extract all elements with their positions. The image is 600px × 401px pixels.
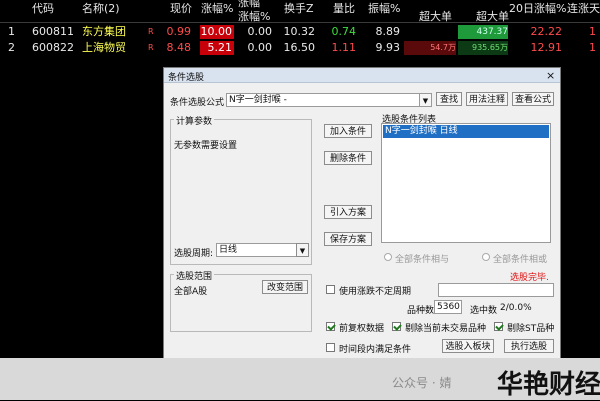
stock-name: 上海物贸 [82, 41, 126, 54]
period-value: 日线 [219, 245, 238, 255]
usage-notes-button[interactable]: 用法注释 [466, 92, 508, 106]
params-text: 无参数需要设置 [174, 141, 238, 151]
count-value: 5360 [437, 302, 460, 312]
streak-days: 1 [589, 25, 596, 38]
header-20day-change[interactable]: 20日涨幅% [509, 0, 566, 22]
header-price[interactable]: 现价 [170, 0, 192, 22]
find-button[interactable]: 查找 [436, 92, 462, 106]
close-icon[interactable]: × [546, 69, 555, 82]
stock-name: 东方集团 [82, 25, 126, 38]
uncertain-period-field[interactable] [438, 283, 554, 297]
twenty-day-change: 12.91 [530, 41, 563, 54]
pre-restore-checkbox[interactable] [326, 322, 335, 331]
execute-selection-button[interactable]: 执行选股 [504, 339, 554, 353]
stock-code: 600811 [32, 25, 74, 38]
remove-st-label: 剔除ST品种 [507, 324, 555, 334]
r-flag-icon: R [148, 43, 154, 52]
header-divider [0, 22, 600, 23]
period-label: 选股周期: [174, 249, 214, 259]
chevron-down-icon[interactable]: ▼ [419, 93, 432, 107]
remove-untraded-label: 剔除当前未交易品种 [405, 324, 487, 334]
volume-ratio: 0.74 [331, 25, 357, 38]
header-amplitude[interactable]: 振幅% [368, 0, 400, 22]
watermark-band: 公众号 · 婧 华艳财经 [0, 358, 600, 400]
super-big-bar-1: 54.7万 [404, 41, 456, 55]
watermark-brand: 华艳财经 [497, 370, 600, 400]
add-condition-button[interactable]: 加入条件 [324, 124, 372, 138]
conditions-list[interactable]: N字一剑封喉 日线 [381, 123, 551, 243]
remove-st-checkbox[interactable] [494, 322, 503, 331]
range-value: 全部A股 [174, 287, 208, 297]
twenty-day-change: 22.22 [530, 25, 563, 38]
radio-or[interactable] [482, 253, 490, 261]
row-index: 2 [8, 41, 15, 54]
header-volume-ratio[interactable]: 量比 [333, 0, 355, 22]
import-plan-button[interactable]: 引入方案 [324, 205, 372, 219]
range-title: 选股范围 [174, 269, 215, 282]
table-row[interactable]: 2 600822 上海物贸 R 8.48 5.21 0.00 16.50 1.1… [0, 40, 600, 56]
header-change-pct[interactable]: 涨幅% [201, 0, 233, 22]
condition-item[interactable]: N字一剑封喉 日线 [383, 125, 549, 138]
stock-price: 0.99 [166, 25, 192, 38]
super-big-bar-2: 437.37 [458, 25, 508, 39]
table-row[interactable]: 1 600811 东方集团 R 0.99 10.00 0.00 10.32 0.… [0, 24, 600, 40]
pre-restore-label: 前复权数据 [339, 324, 385, 334]
radio-and[interactable] [384, 253, 392, 261]
period-satisfy-label: 时间段内满足条件 [339, 345, 412, 355]
change-pct: 5.21 [200, 41, 234, 55]
dialog-titlebar[interactable]: 条件选股 × [164, 68, 560, 83]
super-big-bar-1 [404, 25, 456, 39]
chevron-down-icon[interactable]: ▼ [296, 243, 309, 257]
header-code[interactable]: 代码 [32, 0, 54, 22]
selected-value: 2/0.0% [500, 303, 532, 313]
amplitude: 8.89 [375, 25, 401, 38]
header-name[interactable]: 名称(2) [82, 0, 120, 22]
use-uncertain-label: 使用涨跌不定周期 [339, 287, 412, 297]
amplitude: 9.93 [375, 41, 401, 54]
condition-stock-selection-dialog: 条件选股 × 条件选股公式 N字一剑封喉 - ▼ 查找 用法注释 查看公式 计算… [163, 67, 561, 369]
change-pct: 10.00 [200, 25, 234, 39]
period-satisfy-checkbox[interactable] [326, 343, 335, 352]
volume-ratio: 1.11 [331, 41, 357, 54]
count-label: 品种数 [407, 306, 435, 316]
stock-code: 600822 [32, 41, 74, 54]
use-uncertain-period-checkbox[interactable] [326, 285, 335, 294]
selected-label: 选中数 [470, 306, 498, 316]
remove-untraded-checkbox[interactable] [392, 322, 401, 331]
change-pct-2: 0.00 [247, 41, 273, 54]
delete-condition-button[interactable]: 删除条件 [324, 151, 372, 165]
r-flag-icon: R [148, 27, 154, 36]
header-streak[interactable]: 连涨天 [567, 0, 600, 22]
dialog-title: 条件选股 [168, 73, 205, 83]
radio-or-label: 全部条件相或 [493, 255, 548, 265]
count-field: 5360 [434, 300, 462, 314]
formula-select[interactable]: N字一剑封喉 - [226, 93, 432, 107]
change-range-button[interactable]: 改变范围 [262, 280, 308, 294]
stock-quote-table: 代码 名称(2) 现价 涨幅% 涨幅 涨幅% 换手Z 量比 振幅% 超大单 超大… [0, 0, 600, 60]
to-block-button[interactable]: 选股入板块 [442, 339, 494, 353]
formula-label: 条件选股公式 [170, 98, 225, 108]
super-big-bar-2: 935.65万 [458, 41, 508, 55]
view-formula-button[interactable]: 查看公式 [512, 92, 554, 106]
turnover: 10.32 [283, 25, 316, 38]
turnover: 16.50 [283, 41, 316, 54]
stock-price: 8.48 [166, 41, 192, 54]
row-index: 1 [8, 25, 15, 38]
watermark-source: 公众号 · 婧 [392, 376, 452, 390]
radio-and-label: 全部条件相与 [395, 255, 450, 265]
formula-value: N字一剑封喉 - [229, 95, 287, 105]
save-plan-button[interactable]: 保存方案 [324, 232, 372, 246]
params-title: 计算参数 [174, 114, 215, 127]
change-pct-2: 0.00 [247, 25, 273, 38]
done-status: 选股完毕. [510, 273, 549, 283]
header-turnover[interactable]: 换手Z [284, 0, 314, 22]
streak-days: 1 [589, 41, 596, 54]
